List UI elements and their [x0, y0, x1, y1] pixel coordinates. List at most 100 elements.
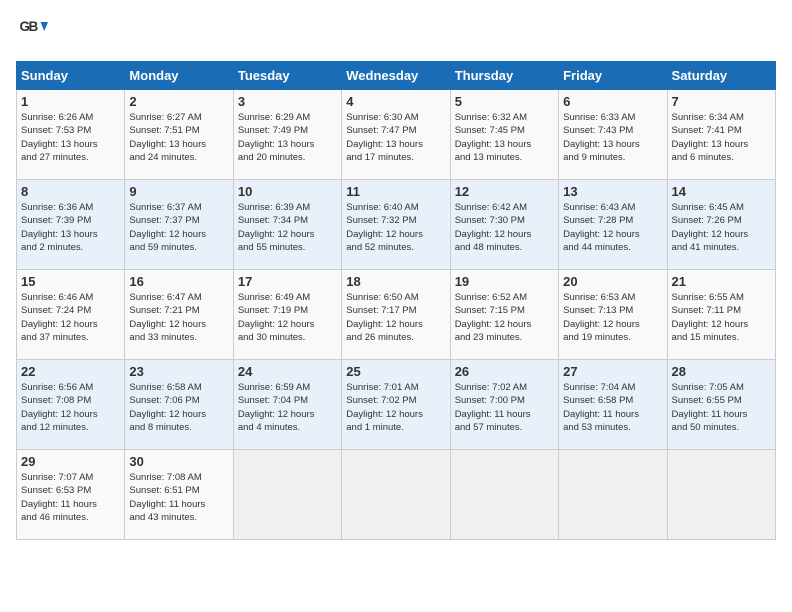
day-info: Sunrise: 7:05 AM Sunset: 6:55 PM Dayligh… [672, 381, 771, 434]
calendar-cell: 5Sunrise: 6:32 AM Sunset: 7:45 PM Daylig… [450, 90, 558, 180]
day-info: Sunrise: 7:07 AM Sunset: 6:53 PM Dayligh… [21, 471, 120, 524]
day-info: Sunrise: 6:56 AM Sunset: 7:08 PM Dayligh… [21, 381, 120, 434]
day-info: Sunrise: 7:02 AM Sunset: 7:00 PM Dayligh… [455, 381, 554, 434]
calendar-cell: 1 Sunrise: 6:26 AM Sunset: 7:53 PM Daylig… [17, 90, 125, 180]
day-number: 30 [129, 454, 228, 469]
day-number: 28 [672, 364, 771, 379]
day-number: 23 [129, 364, 228, 379]
calendar-week-5: 29 Sunrise: 7:07 AM Sunset: 6:53 PM Dayli… [17, 450, 776, 540]
day-number: 5 [455, 94, 554, 109]
calendar-cell [342, 450, 450, 540]
calendar-cell: 25 Sunrise: 7:01 AM Sunset: 7:02 PM Dayli… [342, 360, 450, 450]
day-number: 17 [238, 274, 337, 289]
calendar-cell: 9 Sunrise: 6:37 AM Sunset: 7:37 PM Daylig… [125, 180, 233, 270]
calendar-cell: 11 Sunrise: 6:40 AM Sunset: 7:32 PM Dayli… [342, 180, 450, 270]
day-number: 27 [563, 364, 662, 379]
calendar-cell: 30 Sunrise: 7:08 AM Sunset: 6:51 PM Dayli… [125, 450, 233, 540]
day-number: 2 [129, 94, 228, 109]
day-info: Sunrise: 6:43 AM Sunset: 7:28 PM Dayligh… [563, 201, 662, 254]
day-number: 12 [455, 184, 554, 199]
day-info: Sunrise: 6:27 AM Sunset: 7:51 PM Dayligh… [129, 111, 228, 164]
weekday-header-saturday: Saturday [667, 62, 775, 90]
calendar-cell: 24Sunrise: 6:59 AM Sunset: 7:04 PM Dayli… [233, 360, 341, 450]
day-number: 13 [563, 184, 662, 199]
calendar-cell: 21 Sunrise: 6:55 AM Sunset: 7:11 PM Dayli… [667, 270, 775, 360]
day-number: 21 [672, 274, 771, 289]
logo-icon: G B [18, 16, 48, 46]
day-info: Sunrise: 6:52 AM Sunset: 7:15 PM Dayligh… [455, 291, 554, 344]
day-info: Sunrise: 7:08 AM Sunset: 6:51 PM Dayligh… [129, 471, 228, 524]
day-number: 9 [129, 184, 228, 199]
day-info: Sunrise: 6:26 AM Sunset: 7:53 PM Dayligh… [21, 111, 120, 164]
day-info: Sunrise: 6:34 AM Sunset: 7:41 PM Dayligh… [672, 111, 771, 164]
day-number: 4 [346, 94, 445, 109]
day-number: 25 [346, 364, 445, 379]
day-number: 15 [21, 274, 120, 289]
logo: G B [16, 16, 48, 51]
day-info: Sunrise: 6:59 AM Sunset: 7:04 PM Dayligh… [238, 381, 337, 434]
calendar-cell: 27 Sunrise: 7:04 AM Sunset: 6:58 PM Dayli… [559, 360, 667, 450]
calendar-cell: 6Sunrise: 6:33 AM Sunset: 7:43 PM Daylig… [559, 90, 667, 180]
day-number: 8 [21, 184, 120, 199]
page-header: G B [16, 16, 776, 51]
calendar-cell: 15 Sunrise: 6:46 AM Sunset: 7:24 PM Dayli… [17, 270, 125, 360]
calendar-cell [559, 450, 667, 540]
day-info: Sunrise: 6:29 AM Sunset: 7:49 PM Dayligh… [238, 111, 337, 164]
day-number: 29 [21, 454, 120, 469]
day-number: 14 [672, 184, 771, 199]
calendar-cell [667, 450, 775, 540]
calendar-cell: 29 Sunrise: 7:07 AM Sunset: 6:53 PM Dayli… [17, 450, 125, 540]
calendar-cell: 13 Sunrise: 6:43 AM Sunset: 7:28 PM Dayli… [559, 180, 667, 270]
day-number: 18 [346, 274, 445, 289]
weekday-header-thursday: Thursday [450, 62, 558, 90]
day-number: 6 [563, 94, 662, 109]
calendar-cell: 22 Sunrise: 6:56 AM Sunset: 7:08 PM Dayli… [17, 360, 125, 450]
day-info: Sunrise: 6:30 AM Sunset: 7:47 PM Dayligh… [346, 111, 445, 164]
day-number: 19 [455, 274, 554, 289]
calendar-week-1: 1 Sunrise: 6:26 AM Sunset: 7:53 PM Daylig… [17, 90, 776, 180]
weekday-header-sunday: Sunday [17, 62, 125, 90]
day-number: 1 [21, 94, 120, 109]
day-number: 26 [455, 364, 554, 379]
calendar-table: SundayMondayTuesdayWednesdayThursdayFrid… [16, 61, 776, 540]
day-info: Sunrise: 7:01 AM Sunset: 7:02 PM Dayligh… [346, 381, 445, 434]
svg-text:B: B [29, 19, 39, 34]
weekday-header-monday: Monday [125, 62, 233, 90]
calendar-week-3: 15 Sunrise: 6:46 AM Sunset: 7:24 PM Dayli… [17, 270, 776, 360]
day-info: Sunrise: 6:37 AM Sunset: 7:37 PM Dayligh… [129, 201, 228, 254]
calendar-cell: 26 Sunrise: 7:02 AM Sunset: 7:00 PM Dayli… [450, 360, 558, 450]
weekday-header-tuesday: Tuesday [233, 62, 341, 90]
day-info: Sunrise: 6:49 AM Sunset: 7:19 PM Dayligh… [238, 291, 337, 344]
day-number: 7 [672, 94, 771, 109]
calendar-cell: 8Sunrise: 6:36 AM Sunset: 7:39 PM Daylig… [17, 180, 125, 270]
calendar-week-4: 22 Sunrise: 6:56 AM Sunset: 7:08 PM Dayli… [17, 360, 776, 450]
calendar-cell: 28 Sunrise: 7:05 AM Sunset: 6:55 PM Dayli… [667, 360, 775, 450]
day-number: 3 [238, 94, 337, 109]
day-info: Sunrise: 7:04 AM Sunset: 6:58 PM Dayligh… [563, 381, 662, 434]
calendar-cell: 17 Sunrise: 6:49 AM Sunset: 7:19 PM Dayli… [233, 270, 341, 360]
calendar-cell: 18Sunrise: 6:50 AM Sunset: 7:17 PM Dayli… [342, 270, 450, 360]
calendar-cell: 4 Sunrise: 6:30 AM Sunset: 7:47 PM Daylig… [342, 90, 450, 180]
calendar-cell [450, 450, 558, 540]
day-info: Sunrise: 6:58 AM Sunset: 7:06 PM Dayligh… [129, 381, 228, 434]
weekday-header-friday: Friday [559, 62, 667, 90]
calendar-week-2: 8Sunrise: 6:36 AM Sunset: 7:39 PM Daylig… [17, 180, 776, 270]
day-info: Sunrise: 6:45 AM Sunset: 7:26 PM Dayligh… [672, 201, 771, 254]
calendar-cell: 20Sunrise: 6:53 AM Sunset: 7:13 PM Dayli… [559, 270, 667, 360]
day-number: 16 [129, 274, 228, 289]
day-info: Sunrise: 6:40 AM Sunset: 7:32 PM Dayligh… [346, 201, 445, 254]
weekday-header-wednesday: Wednesday [342, 62, 450, 90]
calendar-cell: 19 Sunrise: 6:52 AM Sunset: 7:15 PM Dayli… [450, 270, 558, 360]
calendar-cell: 2 Sunrise: 6:27 AM Sunset: 7:51 PM Daylig… [125, 90, 233, 180]
day-info: Sunrise: 6:46 AM Sunset: 7:24 PM Dayligh… [21, 291, 120, 344]
calendar-cell [233, 450, 341, 540]
day-number: 10 [238, 184, 337, 199]
calendar-cell: 7 Sunrise: 6:34 AM Sunset: 7:41 PM Daylig… [667, 90, 775, 180]
calendar-cell: 10 Sunrise: 6:39 AM Sunset: 7:34 PM Dayli… [233, 180, 341, 270]
calendar-cell: 14 Sunrise: 6:45 AM Sunset: 7:26 PM Dayli… [667, 180, 775, 270]
day-number: 22 [21, 364, 120, 379]
day-number: 11 [346, 184, 445, 199]
calendar-cell: 12Sunrise: 6:42 AM Sunset: 7:30 PM Dayli… [450, 180, 558, 270]
day-info: Sunrise: 6:55 AM Sunset: 7:11 PM Dayligh… [672, 291, 771, 344]
day-info: Sunrise: 6:39 AM Sunset: 7:34 PM Dayligh… [238, 201, 337, 254]
